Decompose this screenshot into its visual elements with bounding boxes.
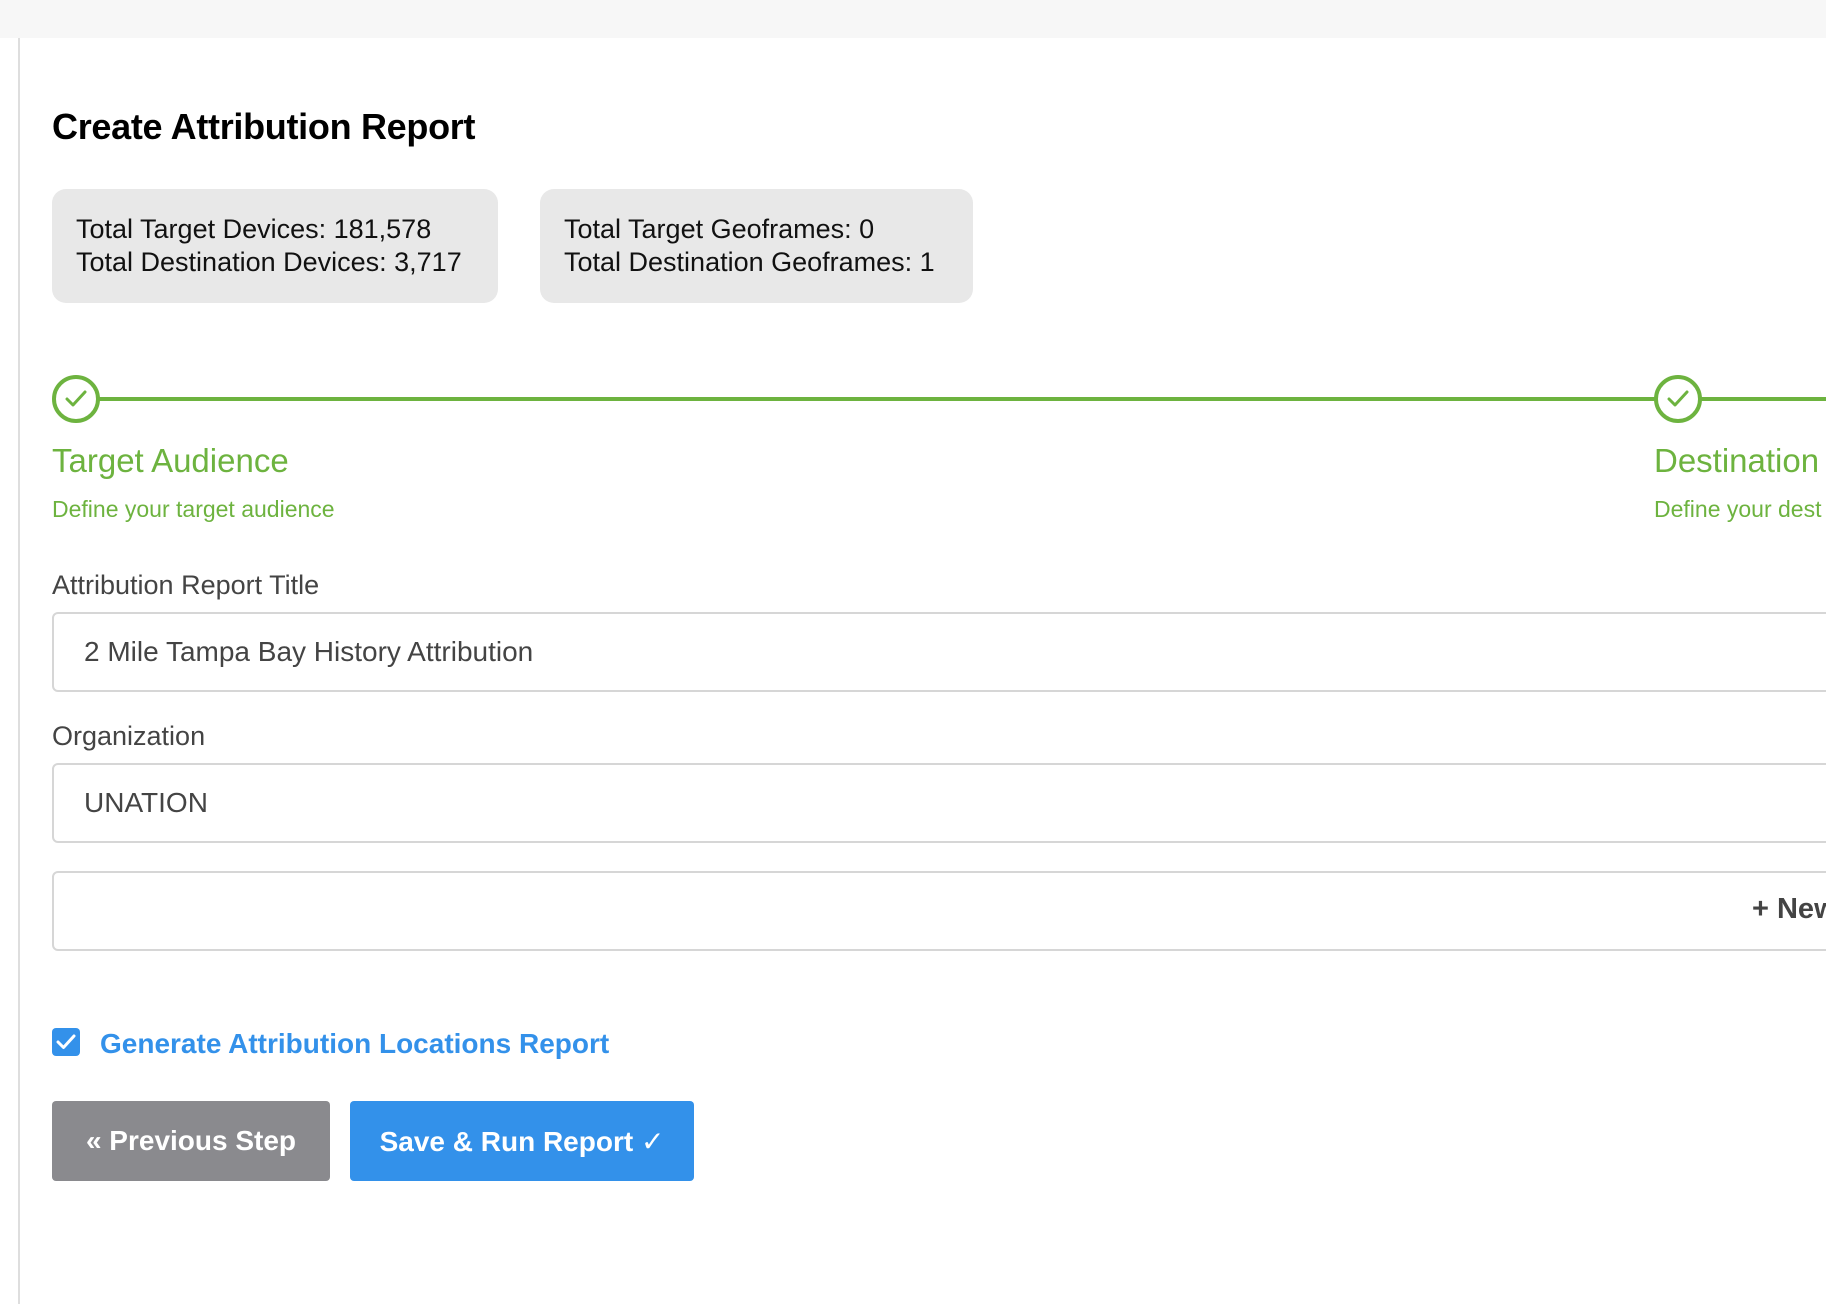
total-target-devices: Total Target Devices: 181,578 (76, 214, 432, 244)
page-title: Create Attribution Report (52, 106, 476, 147)
check-icon (1667, 390, 1689, 407)
total-destination-geoframes: Total Destination Geoframes: 1 (564, 247, 935, 277)
check-icon (65, 390, 87, 407)
generate-locations-checkbox[interactable] (52, 1028, 80, 1056)
step-target-audience-title[interactable]: Target Audience (52, 442, 289, 480)
total-target-geoframes: Total Target Geoframes: 0 (564, 214, 875, 244)
generate-locations-label[interactable]: Generate Attribution Locations Report (100, 1028, 609, 1060)
step-destination-title[interactable]: Destination A (1654, 442, 1826, 480)
step-target-audience-description: Define your target audience (52, 496, 335, 522)
left-divider (18, 38, 20, 1304)
stepper-progress-line (96, 397, 1826, 401)
save-run-report-button[interactable]: Save & Run Report ✓ (350, 1101, 694, 1181)
step-destination-indicator (1654, 375, 1702, 423)
step-target-audience-indicator (52, 375, 100, 423)
previous-step-button[interactable]: « Previous Step (52, 1101, 330, 1181)
geoframe-select-row[interactable] (52, 871, 1826, 951)
report-title-label: Attribution Report Title (52, 570, 320, 600)
checkmark-icon (56, 1034, 76, 1049)
geoframe-stats-box: Total Target Geoframes: 0 Total Destinat… (540, 189, 973, 303)
add-new-link[interactable]: + New (1752, 893, 1826, 926)
top-bar (0, 0, 1826, 38)
organization-input[interactable] (52, 763, 1826, 843)
report-title-input[interactable] (52, 612, 1826, 692)
step-destination-description: Define your dest (1654, 496, 1822, 522)
device-stats-box: Total Target Devices: 181,578 Total Dest… (52, 189, 498, 303)
organization-label: Organization (52, 721, 206, 751)
total-destination-devices: Total Destination Devices: 3,717 (76, 247, 462, 277)
